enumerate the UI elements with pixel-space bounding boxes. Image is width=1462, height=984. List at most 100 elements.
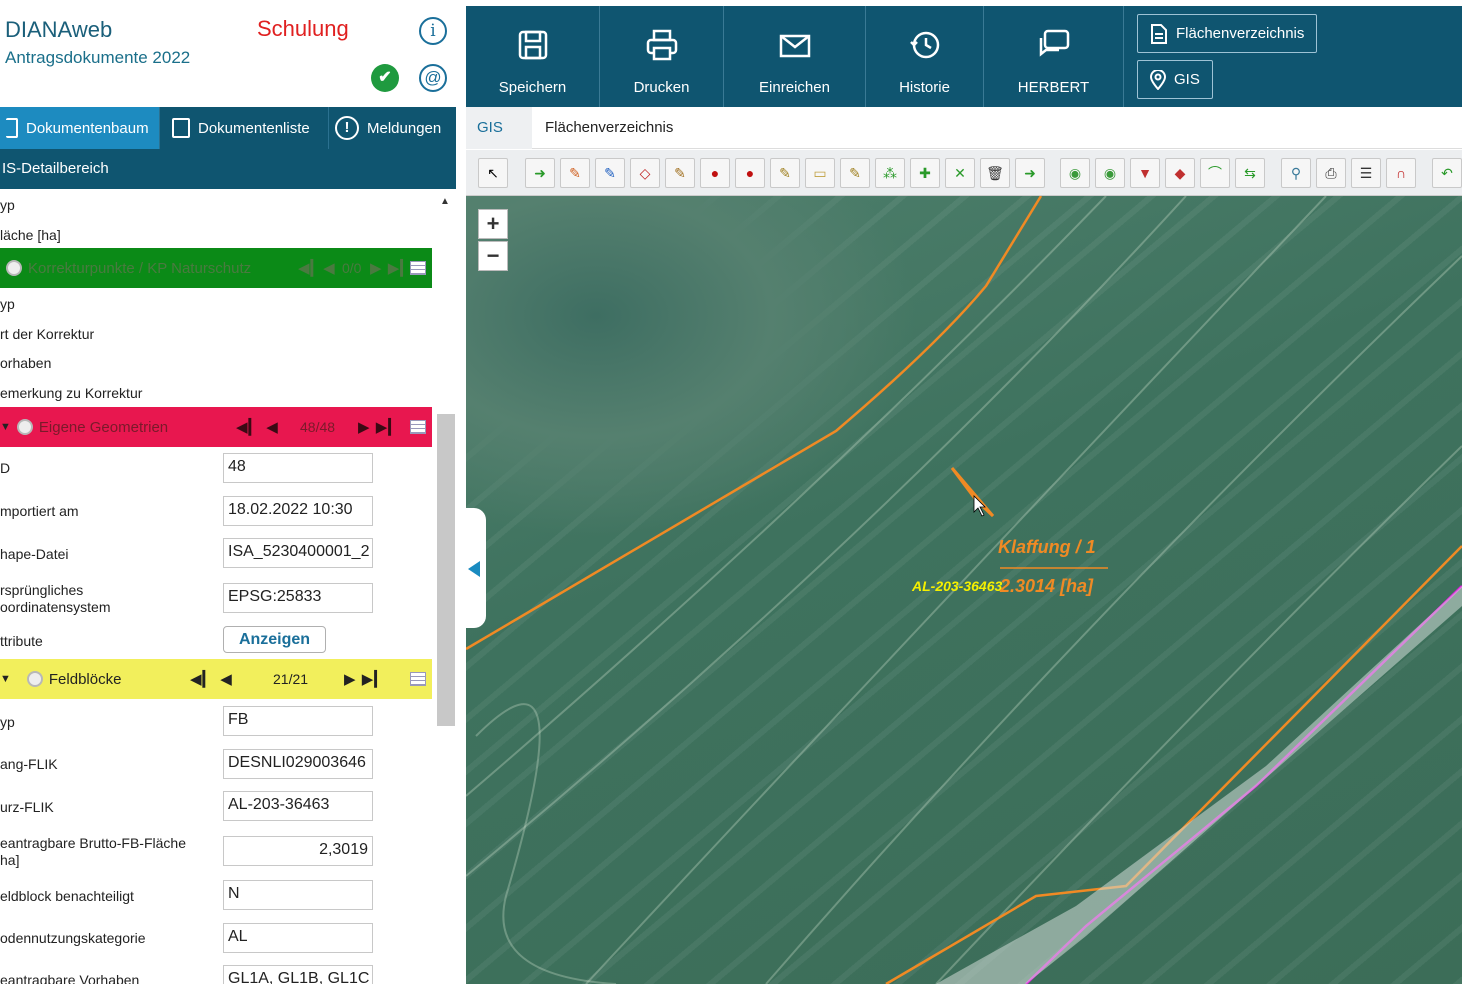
history-label: Historie	[899, 79, 950, 96]
info-icon[interactable]: i	[419, 17, 447, 45]
scroll-up-icon[interactable]: ▲	[440, 196, 450, 207]
zoom-in-button[interactable]: +	[478, 209, 508, 239]
tab-dokumentenbaum[interactable]: Dokumentenbaum	[0, 107, 160, 149]
herbert-button[interactable]: HERBERT	[984, 6, 1124, 107]
zoom-out-button[interactable]: −	[478, 241, 508, 271]
collapse-left-icon[interactable]	[468, 561, 480, 577]
polygon-icon[interactable]: ◇	[630, 158, 660, 188]
benachteiligt-field[interactable]: N	[223, 880, 373, 910]
save-icon	[518, 30, 547, 60]
field-label: ang-FLIK	[0, 756, 58, 772]
shape-datei-field[interactable]: ISA_5230400001_2	[223, 538, 373, 568]
next-last-icon[interactable]: ▶ ▶▎	[358, 418, 401, 436]
tab-label: Dokumentenbaum	[26, 119, 149, 137]
search-map-icon[interactable]: ◉	[1095, 158, 1125, 188]
gis-button[interactable]: GIS	[1137, 60, 1213, 99]
bug-edit-icon[interactable]: ●	[735, 158, 765, 188]
main-area: Speichern Drucken Einreichen Historie HE…	[466, 0, 1462, 984]
info-tool-icon[interactable]: ⚲	[1281, 158, 1311, 188]
map-toolbar: ↖ ➜ ✎ ✎ ◇ ✎ ● ● ✎ ▭ ✎ ⁂ ✚ ✕ 🗑 ➜ ◉ ◉ ▼ ◆ …	[466, 150, 1462, 196]
draw-line-icon[interactable]: ✎	[770, 158, 800, 188]
undo-icon[interactable]: ↶	[1432, 158, 1462, 188]
tab-dokumentenliste[interactable]: Dokumentenliste	[160, 107, 329, 149]
at-icon[interactable]: @	[419, 64, 447, 92]
koordinatensystem-field[interactable]: EPSG:25833	[223, 583, 373, 613]
field-label: rsprüngliches oordinatensystem	[0, 582, 111, 615]
korrektur-section-header[interactable]: Korrekturpunkte / KP Naturschutz ◀▎◀ 0/0…	[0, 248, 432, 288]
magnet-icon[interactable]: ∩	[1386, 158, 1416, 188]
tab-meldungen[interactable]: ! Meldungen	[329, 107, 456, 149]
save-button[interactable]: Speichern	[466, 6, 600, 107]
edit-polygon-icon[interactable]: ✎	[595, 158, 625, 188]
flaechenverzeichnis-button[interactable]: Flächenverzeichnis	[1137, 14, 1318, 53]
section-title: Eigene Geometrien	[38, 418, 169, 436]
breadcrumb-gis[interactable]: GIS	[466, 106, 532, 149]
parcel-boundary-lower[interactable]	[885, 545, 1462, 984]
select-pointer-icon[interactable]: ↖	[478, 158, 508, 188]
field-label: orhaben	[0, 355, 52, 371]
add-geometry-icon[interactable]: ➜	[525, 158, 555, 188]
bodennutzung-field[interactable]: AL	[223, 923, 373, 953]
table-icon[interactable]	[410, 420, 426, 434]
field-label: emerkung zu Korrektur	[0, 385, 143, 401]
table-icon[interactable]	[410, 261, 426, 275]
submit-button[interactable]: Einreichen	[724, 6, 866, 107]
check-icon[interactable]: ✔	[371, 64, 399, 92]
next-last-icon[interactable]: ▶ ▶▎	[370, 259, 413, 277]
first-prev-icon[interactable]: ◀▎ ◀	[236, 418, 279, 436]
submit-label: Einreichen	[759, 79, 830, 96]
flik-label: AL-203-36463	[912, 578, 1003, 594]
brutto-flaeche-field[interactable]: 2,3019	[223, 836, 373, 866]
first-prev-icon[interactable]: ◀▎ ◀	[190, 670, 233, 688]
pencil-icon[interactable]: ✎	[665, 158, 695, 188]
measure-icon[interactable]: ✎	[840, 158, 870, 188]
print-map-icon[interactable]: ⎙	[1316, 158, 1346, 188]
anzeigen-button[interactable]: Anzeigen	[223, 626, 326, 653]
vorhaben-field[interactable]: GL1A, GL1B, GL1C	[223, 965, 373, 984]
feldbloecke-section-header[interactable]: ▼ Feldblöcke ◀▎ ◀ 21/21 ▶ ▶▎	[0, 659, 432, 699]
draw-polygon-icon[interactable]: ✎	[560, 158, 590, 188]
print-button[interactable]: Drucken	[600, 6, 724, 107]
importiert-am-field[interactable]: 18.02.2022 10:30	[223, 496, 373, 526]
eigene-geometrien-section-header[interactable]: ▼ Eigene Geometrien ◀▎ ◀ 48/48 ▶ ▶▎	[0, 407, 432, 447]
delete-icon[interactable]: 🗑	[980, 158, 1010, 188]
move-icon[interactable]: ➜	[1015, 158, 1045, 188]
id-field[interactable]: 48	[223, 453, 373, 483]
kurz-flik-field[interactable]: AL-203-36463	[223, 791, 373, 821]
scrollbar[interactable]	[437, 414, 455, 726]
sliver-geometry[interactable]	[950, 467, 995, 518]
document-icon	[1151, 23, 1167, 44]
layer-down-icon[interactable]: ▼	[1130, 158, 1160, 188]
lang-flik-field[interactable]: DESNLI029003646	[223, 749, 373, 779]
typ-field[interactable]: FB	[223, 706, 373, 736]
bug-icon[interactable]: ●	[700, 158, 730, 188]
history-icon	[909, 31, 939, 59]
collapse-triangle-icon[interactable]: ▼	[0, 421, 11, 433]
profile-icon[interactable]: ⌒	[1200, 158, 1230, 188]
nodes-icon[interactable]: ⁂	[875, 158, 905, 188]
first-prev-icon[interactable]: ◀▎◀	[298, 259, 336, 277]
split-icon[interactable]: ✚	[910, 158, 940, 188]
print-label: Drucken	[633, 79, 690, 96]
field-label: hape-Datei	[0, 546, 69, 562]
merge-icon[interactable]: ✕	[945, 158, 975, 188]
search-icon[interactable]	[26, 671, 43, 687]
swap-icon[interactable]: ⇆	[1235, 158, 1265, 188]
list-icon	[172, 118, 190, 138]
history-button[interactable]: Historie	[866, 6, 984, 107]
layers-icon[interactable]: ◆	[1165, 158, 1195, 188]
legend-icon[interactable]: ☰	[1351, 158, 1381, 188]
next-last-icon[interactable]: ▶ ▶▎	[344, 670, 387, 688]
breadcrumb-current[interactable]: Flächenverzeichnis	[532, 119, 673, 136]
top-navigation: Speichern Drucken Einreichen Historie HE…	[466, 6, 1462, 107]
section-title: Korrekturpunkte / KP Naturschutz	[28, 259, 252, 277]
record-count: 21/21	[273, 671, 309, 687]
search-icon[interactable]	[16, 419, 33, 435]
search-icon[interactable]	[6, 260, 22, 276]
zoom-layer-icon[interactable]: ◉	[1060, 158, 1090, 188]
note-icon[interactable]: ▭	[805, 158, 835, 188]
app-root: DIANAweb Antragsdokumente 2022 Schulung …	[0, 0, 1462, 984]
map-view[interactable]: Klaffung / 1 AL-203-36463 2.3014 [ha] + …	[466, 196, 1462, 984]
collapse-triangle-icon[interactable]: ▼	[0, 673, 11, 685]
table-icon[interactable]	[410, 672, 426, 686]
